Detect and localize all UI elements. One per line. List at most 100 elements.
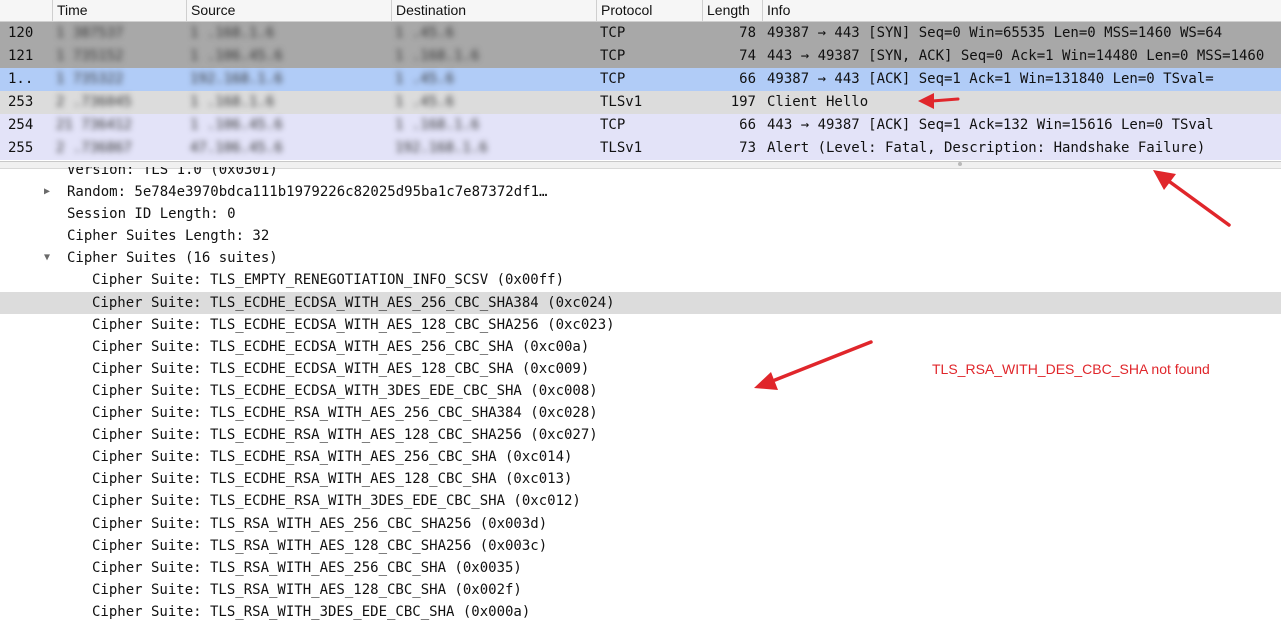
detail-text: Cipher Suite: TLS_ECDHE_ECDSA_WITH_AES_1… <box>92 360 590 377</box>
cipher-suite-item[interactable]: Cipher Suite: TLS_ECDHE_RSA_WITH_AES_256… <box>0 402 1281 424</box>
packet-time: 2 .736867 <box>56 140 132 156</box>
detail-field[interactable]: ▶ Random: 5e784e3970bdca111b1979226c82025… <box>0 181 1281 203</box>
packet-protocol: TCP <box>600 48 626 64</box>
cipher-suite-item[interactable]: Cipher Suite: TLS_EMPTY_RENEGOTIATION_IN… <box>0 269 1281 291</box>
cipher-suite-item[interactable]: Cipher Suite: TLS_RSA_WITH_AES_256_CBC_S… <box>0 513 1281 535</box>
expand-triangle-icon[interactable]: ▼ <box>44 247 56 269</box>
cipher-suite-item[interactable]: Cipher Suite: TLS_ECDHE_RSA_WITH_AES_128… <box>0 424 1281 446</box>
cipher-suite-item[interactable]: Cipher Suite: TLS_ECDHE_RSA_WITH_3DES_ED… <box>0 490 1281 512</box>
packet-destination: 1 .168.1.6 <box>395 117 480 133</box>
packet-row[interactable]: 254 21 736412 1 .106.45.6 1 .168.1.6 TCP 66 44… <box>0 114 1281 137</box>
packet-length: 74 <box>739 48 756 64</box>
detail-text: Cipher Suite: TLS_RSA_WITH_AES_128_CBC_S… <box>92 581 522 598</box>
collapse-triangle-icon[interactable]: ▶ <box>44 181 56 203</box>
packet-source: 1 .106.45.6 <box>190 117 283 133</box>
cipher-suite-item[interactable]: Cipher Suite: TLS_RSA_WITH_AES_128_CBC_S… <box>0 579 1281 601</box>
detail-text: Cipher Suite: TLS_ECDHE_ECDSA_WITH_AES_2… <box>92 338 590 355</box>
cipher-suite-item[interactable]: Cipher Suite: TLS_RSA_WITH_AES_256_CBC_S… <box>0 557 1281 579</box>
detail-text: Cipher Suite: TLS_ECDHE_RSA_WITH_AES_128… <box>92 427 598 444</box>
cipher-suite-item[interactable]: Cipher Suite: TLS_ECDHE_ECDSA_WITH_3DES_… <box>0 380 1281 402</box>
packet-protocol: TCP <box>600 71 626 87</box>
cipher-suite-item[interactable]: Cipher Suite: TLS_ECDHE_ECDSA_WITH_AES_2… <box>0 291 1281 314</box>
annotation-note: TLS_RSA_WITH_DES_CBC_SHA not found <box>932 361 1210 377</box>
column-header-source[interactable]: Source <box>186 0 391 21</box>
packet-number: 253 <box>8 94 34 110</box>
detail-text: Session ID Length: 0 <box>67 206 236 223</box>
packet-row[interactable]: 253 2 .736045 1 .168.1.6 1 .45.6 TLSv1 197 Cli… <box>0 91 1281 114</box>
packet-info: 443 → 49387 [ACK] Seq=1 Ack=132 Win=1561… <box>767 117 1214 133</box>
column-header-protocol[interactable]: Protocol <box>596 0 702 21</box>
detail-text: Cipher Suite: TLS_ECDHE_RSA_WITH_3DES_ED… <box>92 493 581 510</box>
packet-destination: 192.168.1.6 <box>395 140 488 156</box>
packet-info: Client Hello <box>767 94 869 110</box>
packet-length: 197 <box>730 94 756 110</box>
detail-field[interactable]: ▼ Cipher Suites (16 suites) <box>0 247 1281 269</box>
column-header-time[interactable]: Time <box>52 0 186 21</box>
detail-field[interactable]: Version: TLS 1.0 (0x0301) <box>0 167 1281 181</box>
packet-source: 47.106.45.6 <box>190 140 283 156</box>
cipher-suite-item[interactable]: Cipher Suite: TLS_ECDHE_ECDSA_WITH_AES_2… <box>0 336 1281 358</box>
packet-info: 443 → 49387 [SYN, ACK] Seq=0 Ack=1 Win=1… <box>767 48 1265 64</box>
packet-time: 21 736412 <box>56 117 132 133</box>
detail-text: Cipher Suite: TLS_RSA_WITH_AES_128_CBC_S… <box>92 537 548 554</box>
detail-text: Cipher Suite: TLS_ECDHE_ECDSA_WITH_AES_1… <box>92 316 615 333</box>
detail-text: Cipher Suite: TLS_RSA_WITH_AES_256_CBC_S… <box>92 515 548 532</box>
detail-text: Cipher Suite: TLS_RSA_WITH_AES_256_CBC_S… <box>92 559 522 576</box>
packet-source: 1 .168.1.6 <box>190 94 275 110</box>
splitter-grip-icon[interactable] <box>958 162 962 166</box>
packet-protocol: TLSv1 <box>600 140 643 156</box>
detail-text: Cipher Suites (16 suites) <box>67 250 278 267</box>
detail-text: Version: TLS 1.0 (0x0301) <box>67 167 278 178</box>
cipher-suite-item[interactable]: Cipher Suite: TLS_RSA_WITH_AES_128_CBC_S… <box>0 535 1281 557</box>
packet-row[interactable]: 1.. 1 735322 192.168.1.6 1 .45.6 TCP 66 49387 … <box>0 68 1281 91</box>
packet-protocol: TLSv1 <box>600 94 643 110</box>
packet-time: 1 387537 <box>56 25 124 41</box>
packet-destination: 1 .45.6 <box>395 71 455 87</box>
packet-source: 1 .106.45.6 <box>190 48 283 64</box>
cipher-suite-item[interactable]: Cipher Suite: TLS_RSA_WITH_3DES_EDE_CBC_… <box>0 601 1281 623</box>
packet-destination: 1 .45.6 <box>395 25 455 41</box>
packet-list-pane: Time Source Destination Protocol Length … <box>0 0 1281 162</box>
detail-field[interactable]: Session ID Length: 0 <box>0 203 1281 225</box>
packet-protocol: TCP <box>600 117 626 133</box>
packet-destination: 1 .45.6 <box>395 94 455 110</box>
packet-row[interactable]: 121 1 735152 1 .106.45.6 1 .168.1.6 TCP 74 443… <box>0 45 1281 68</box>
packet-time: 1 735152 <box>56 48 124 64</box>
packet-length: 66 <box>739 71 756 87</box>
packet-row[interactable]: 120 1 387537 1 .168.1.6 1 .45.6 TCP 78 49387 →… <box>0 22 1281 45</box>
detail-text: Cipher Suite: TLS_ECDHE_RSA_WITH_AES_256… <box>92 405 598 422</box>
detail-text: Cipher Suite: TLS_ECDHE_RSA_WITH_AES_256… <box>92 449 573 466</box>
cipher-suite-item[interactable]: Cipher Suite: TLS_ECDHE_RSA_WITH_AES_256… <box>0 446 1281 468</box>
packet-number: 255 <box>8 140 34 156</box>
column-header-destination[interactable]: Destination <box>391 0 596 21</box>
column-header-no[interactable] <box>0 0 52 21</box>
column-header-length[interactable]: Length <box>702 0 762 21</box>
packet-number: 254 <box>8 117 34 133</box>
detail-text: Cipher Suite: TLS_ECDHE_ECDSA_WITH_3DES_… <box>92 382 598 399</box>
packet-number: 1.. <box>8 71 34 87</box>
detail-text: Cipher Suites Length: 32 <box>67 228 270 245</box>
detail-field[interactable]: Cipher Suites Length: 32 <box>0 225 1281 247</box>
packet-info: 49387 → 443 [ACK] Seq=1 Ack=1 Win=131840… <box>767 71 1214 87</box>
detail-text: Cipher Suite: TLS_ECDHE_ECDSA_WITH_AES_2… <box>92 294 615 311</box>
cipher-suite-item[interactable]: Cipher Suite: TLS_ECDHE_ECDSA_WITH_AES_1… <box>0 314 1281 336</box>
packet-row[interactable]: 255 2 .736867 47.106.45.6 192.168.1.6 TLSv1 7… <box>0 137 1281 160</box>
packet-details-tree: Version: TLS 1.0 (0x0301) ▶ Random: 5e784e… <box>0 167 1281 623</box>
packet-number: 121 <box>8 48 34 64</box>
packet-length: 66 <box>739 117 756 133</box>
column-header-info[interactable]: Info <box>762 0 1281 21</box>
detail-text: Random: 5e784e3970bdca111b1979226c82025d… <box>67 184 548 201</box>
packet-length: 73 <box>739 140 756 156</box>
packet-time: 1 735322 <box>56 71 124 87</box>
packet-list-header: Time Source Destination Protocol Length … <box>0 0 1281 22</box>
packet-list-rows: 120 1 387537 1 .168.1.6 1 .45.6 TCP 78 49387 →… <box>0 22 1281 160</box>
packet-source: 192.168.1.6 <box>190 71 283 87</box>
packet-length: 78 <box>739 25 756 41</box>
cipher-suite-item[interactable]: Cipher Suite: TLS_ECDHE_RSA_WITH_AES_128… <box>0 468 1281 490</box>
packet-source: 1 .168.1.6 <box>190 25 275 41</box>
detail-text: Cipher Suite: TLS_ECDHE_RSA_WITH_AES_128… <box>92 471 573 488</box>
packet-details-pane: Version: TLS 1.0 (0x0301) ▶ Random: 5e784e… <box>0 167 1281 637</box>
packet-destination: 1 .168.1.6 <box>395 48 480 64</box>
detail-text: Cipher Suite: TLS_RSA_WITH_3DES_EDE_CBC_… <box>92 603 531 620</box>
packet-protocol: TCP <box>600 25 626 41</box>
